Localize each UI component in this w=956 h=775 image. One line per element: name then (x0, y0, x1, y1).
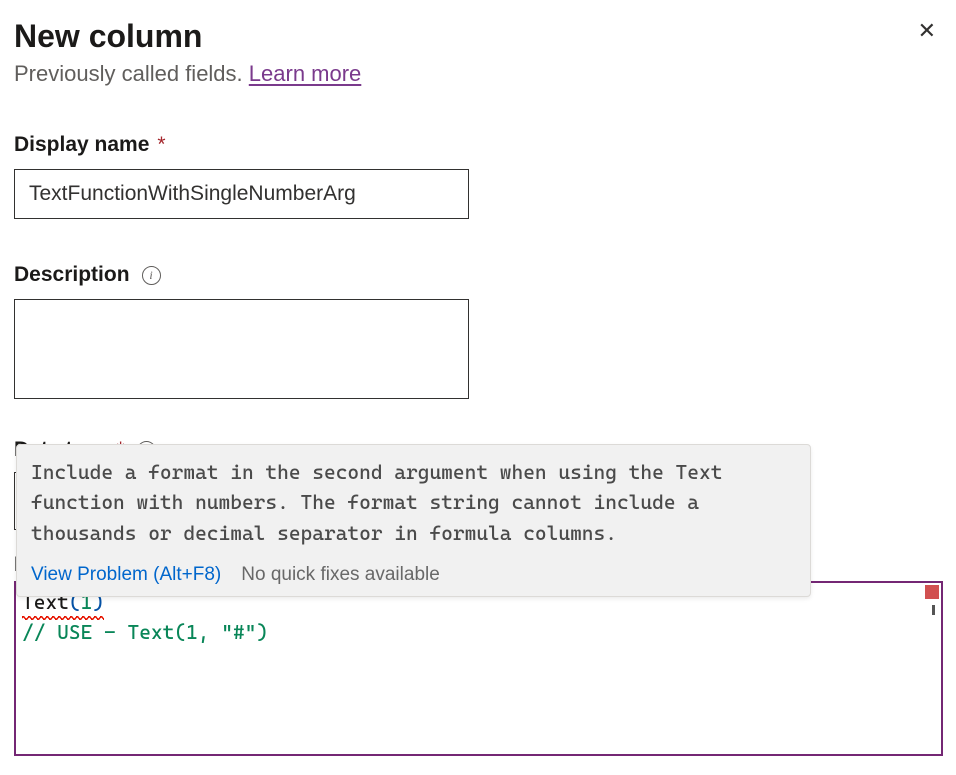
display-name-label-text: Display name (14, 133, 149, 157)
minimap-cursor (932, 605, 935, 615)
error-squiggle (22, 616, 104, 620)
info-icon[interactable]: i (142, 266, 161, 285)
description-textarea[interactable] (14, 299, 469, 399)
code-line-2: // USE - Text(1, "#") (22, 617, 935, 647)
close-icon[interactable]: ✕ (912, 18, 942, 44)
description-label: Description i (14, 263, 942, 287)
error-tooltip: Include a format in the second argument … (16, 444, 811, 597)
no-quick-fixes-text: No quick fixes available (241, 564, 440, 586)
panel-title: New column (14, 18, 361, 55)
formula-editor[interactable]: Text(1) // USE - Text(1, "#") (14, 581, 943, 756)
display-name-label: Display name * (14, 133, 942, 157)
required-asterisk: * (157, 133, 165, 157)
subtitle-text: Previously called fields. (14, 61, 249, 86)
description-label-text: Description (14, 263, 130, 287)
display-name-input[interactable] (14, 169, 469, 219)
view-problem-link[interactable]: View Problem (Alt+F8) (31, 564, 221, 586)
learn-more-link[interactable]: Learn more (249, 61, 362, 86)
scroll-error-marker (925, 585, 939, 599)
tooltip-message: Include a format in the second argument … (31, 457, 796, 548)
panel-subtitle: Previously called fields. Learn more (14, 61, 361, 87)
